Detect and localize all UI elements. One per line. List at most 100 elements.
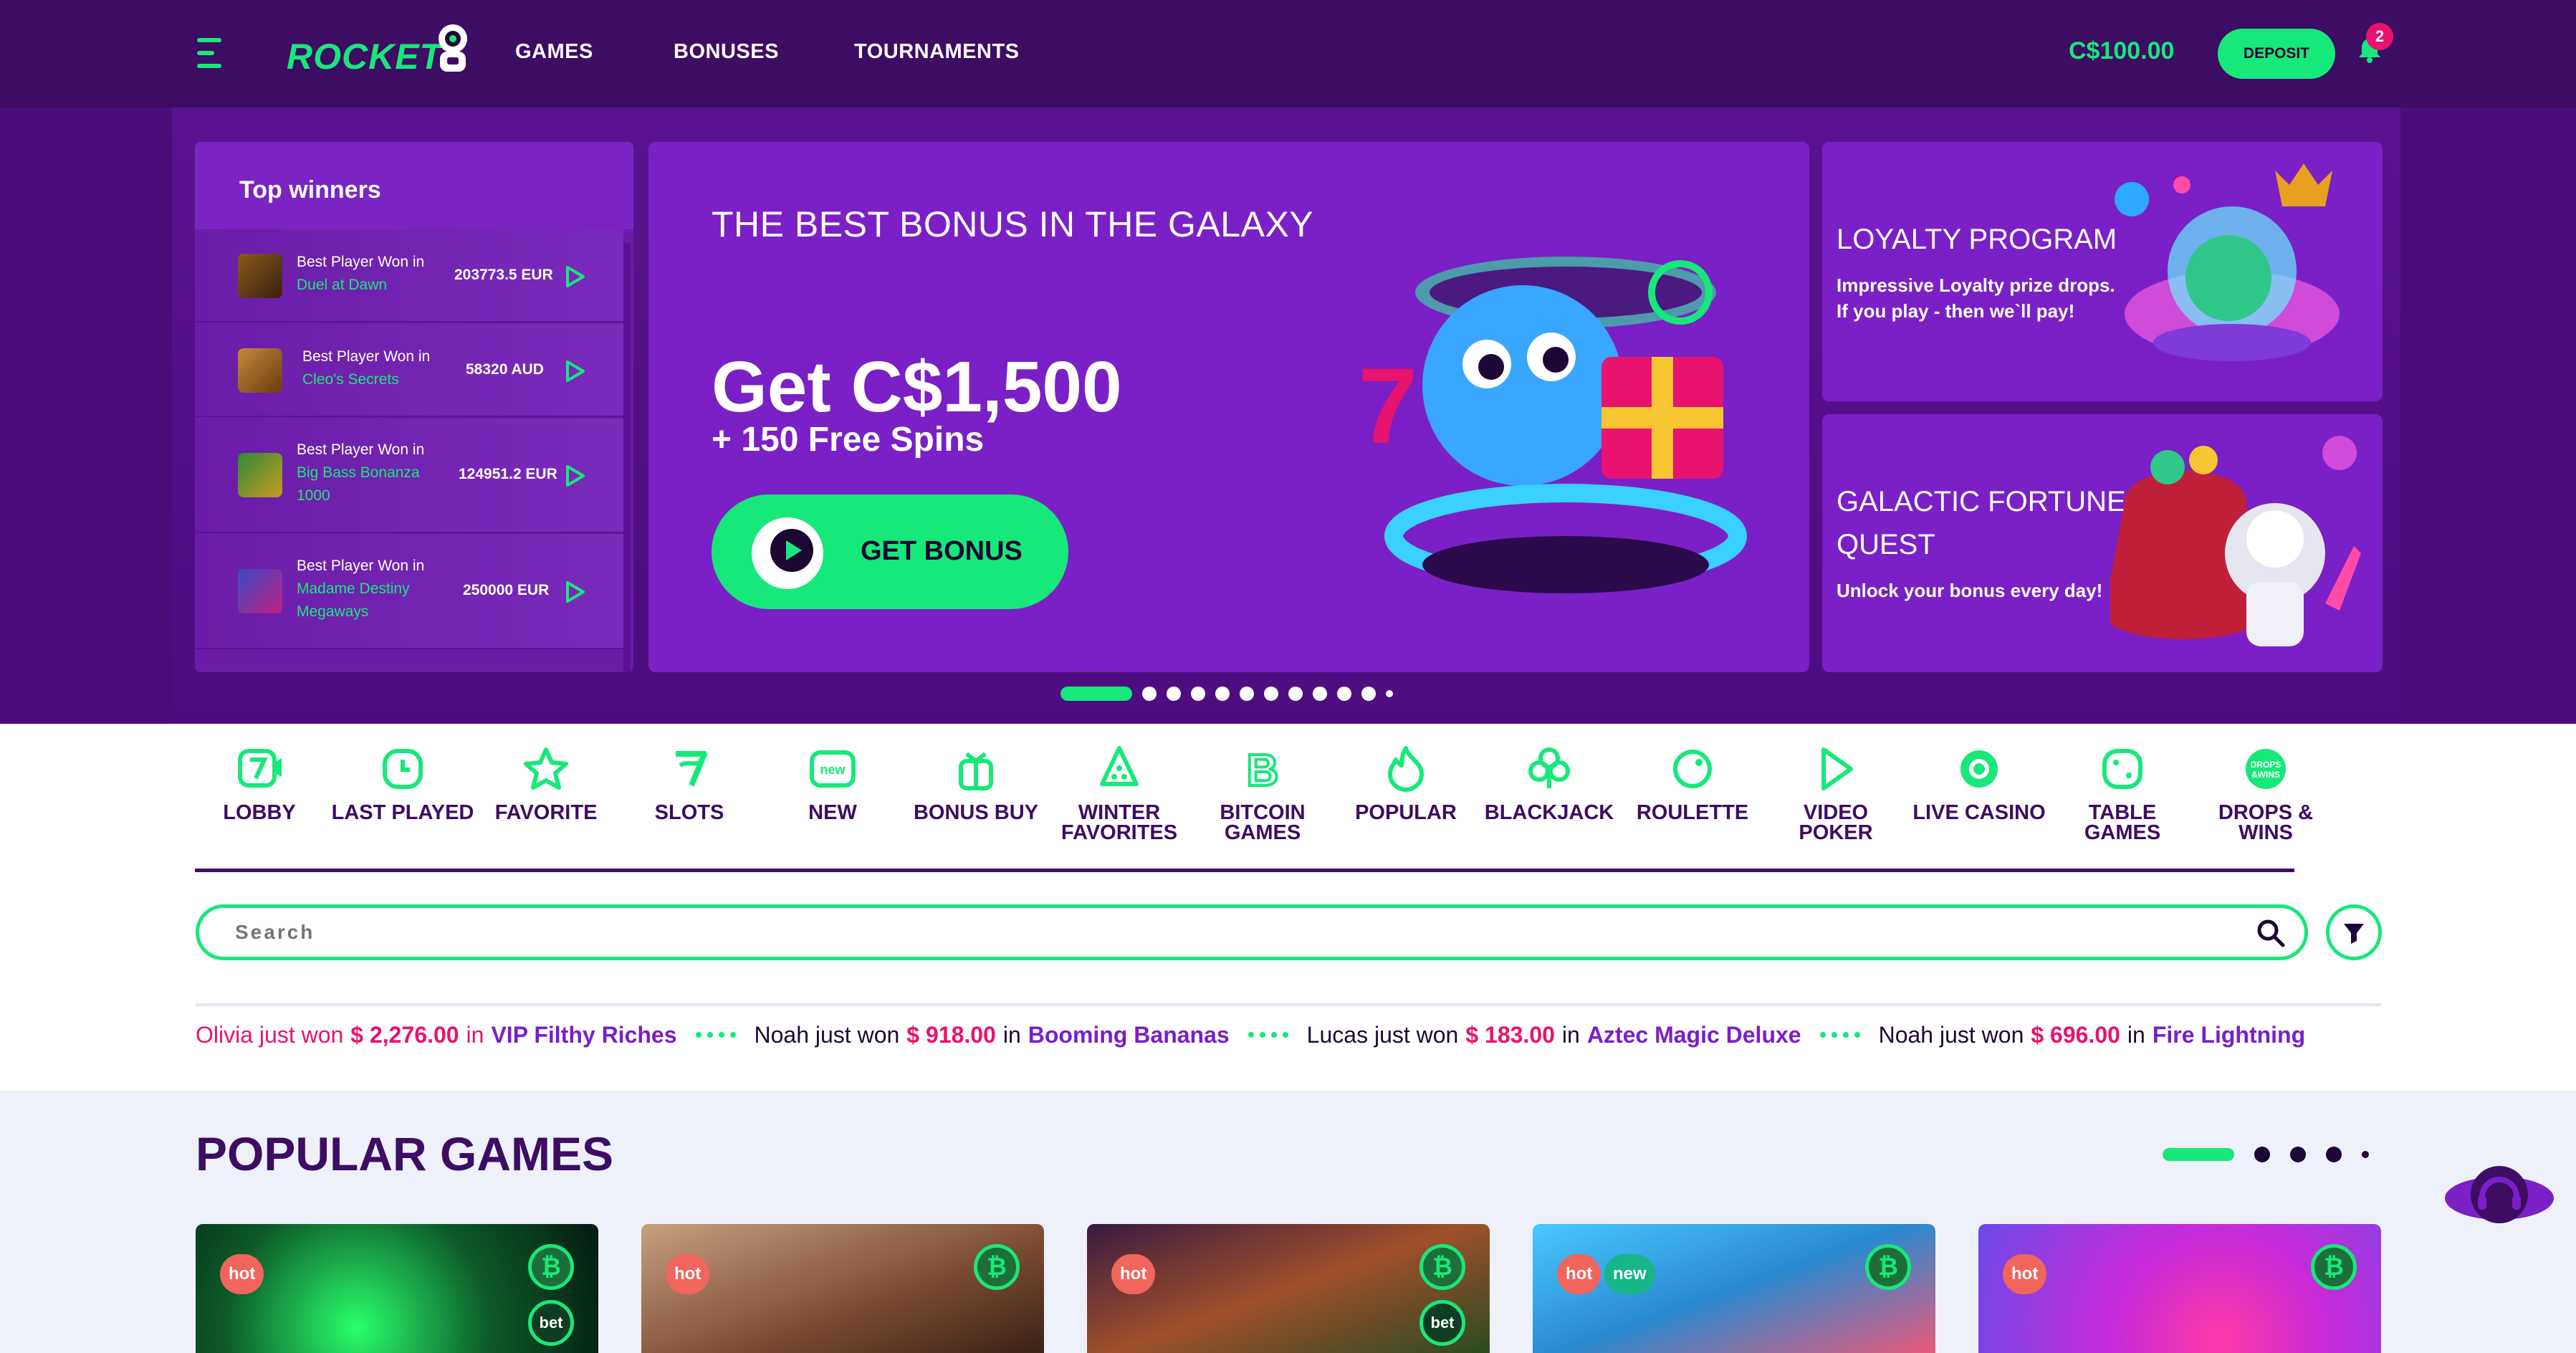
carousel-dot[interactable] — [1167, 687, 1181, 701]
winner-row[interactable]: Best Player Won in Cleo's Secrets 58320 … — [195, 324, 623, 417]
category-scroll-indicator[interactable] — [195, 869, 2294, 872]
search-icon[interactable] — [2256, 918, 2286, 948]
category-blackjack[interactable]: BLACKJACK — [1478, 744, 1621, 823]
star-icon — [524, 747, 568, 790]
category-popular[interactable]: POPULAR — [1334, 744, 1478, 823]
carousel-dot-active[interactable] — [1060, 687, 1132, 701]
hot-badge: hot — [666, 1254, 710, 1294]
category-last-played[interactable]: LAST PLAYED — [331, 744, 474, 823]
category-new[interactable]: new NEW — [761, 744, 904, 823]
page-dot[interactable] — [2362, 1151, 2369, 1158]
deposit-button[interactable]: DEPOSIT — [2218, 29, 2335, 79]
popular-pagination — [2163, 1147, 2369, 1162]
category-lobby[interactable]: LOBBY — [195, 744, 331, 823]
winner-game[interactable]: Big Bass Bonanza 1000 — [297, 462, 447, 507]
search-input[interactable] — [235, 918, 2170, 947]
carousel-dot[interactable] — [1337, 687, 1351, 701]
game-card[interactable]: hot ₿ bet — [196, 1224, 598, 1353]
notification-badge: 2 — [2366, 23, 2393, 50]
ticker-item: Noah just won $ 696.00 in Fire Lightning — [1878, 1021, 2306, 1048]
carousel-dot[interactable] — [1215, 687, 1230, 701]
winner-prefix: Best Player Won in — [297, 441, 425, 458]
page-dot[interactable] — [2326, 1147, 2342, 1162]
ticker-separator — [1248, 1032, 1288, 1038]
page-dot[interactable] — [2254, 1147, 2270, 1162]
game-card[interactable]: hot ₿ bet — [1087, 1224, 1490, 1353]
winner-row[interactable]: Best Player Won in Big Bass Bonanza 1000… — [195, 419, 623, 533]
nav-games[interactable]: GAMES — [515, 40, 593, 64]
ticker-game-link[interactable]: Aztec Magic Deluxe — [1587, 1022, 1801, 1048]
ticker-game-link[interactable]: VIP Filthy Riches — [491, 1022, 676, 1048]
logo-text: ROCKET — [287, 37, 443, 77]
carousel-dot[interactable] — [1142, 687, 1157, 701]
main-bonus-banner[interactable]: THE BEST BONUS IN THE GALAXY Get C$1,500… — [648, 142, 1809, 672]
club-icon — [1528, 747, 1570, 788]
category-bonus-buy[interactable]: BONUS BUY — [904, 744, 1048, 823]
winners-scrollbar[interactable] — [623, 242, 631, 672]
svg-text:DROPS: DROPS — [2251, 760, 2281, 770]
game-card[interactable]: hot ₿ — [641, 1224, 1044, 1353]
game-card[interactable]: hot ₿ — [1978, 1224, 2381, 1353]
play-icon[interactable] — [562, 579, 588, 605]
galactic-title: GALACTIC FORTUNE QUEST — [1837, 486, 2126, 560]
carousel-dot[interactable] — [1361, 687, 1376, 701]
galactic-fortune-card[interactable]: GALACTIC FORTUNE QUEST Unlock your bonus… — [1822, 414, 2383, 672]
category-bitcoin-games[interactable]: B BITCOIN GAMES — [1191, 744, 1334, 843]
carousel-dot[interactable] — [1386, 690, 1393, 697]
slot-seven-icon — [676, 751, 707, 787]
balance-amount[interactable]: C$100.00 — [2069, 37, 2174, 65]
tree-icon — [1100, 746, 1139, 786]
filter-button[interactable] — [2326, 904, 2382, 960]
winner-row[interactable]: Best Player Won in Madame Destiny Megawa… — [195, 535, 623, 649]
carousel-dot[interactable] — [1240, 687, 1254, 701]
hot-badge: hot — [2003, 1254, 2047, 1294]
game-thumbnail — [238, 569, 282, 613]
get-bonus-button[interactable]: GET BONUS — [712, 494, 1068, 609]
play-icon[interactable] — [562, 463, 588, 489]
winner-amount: 124951.2 EUR — [459, 466, 557, 482]
nav-bonuses[interactable]: BONUSES — [674, 40, 779, 64]
game-card[interactable]: hot new ₿ — [1533, 1224, 1935, 1353]
category-roulette[interactable]: ROULETTE — [1621, 744, 1764, 823]
support-chat-icon[interactable] — [2442, 1155, 2557, 1234]
drops-wins-icon: DROPS&WINS — [2246, 749, 2286, 789]
play-icon[interactable] — [562, 358, 588, 384]
play-icon — [1821, 747, 1853, 790]
loyalty-program-card[interactable]: LOYALTY PROGRAM Impressive Loyalty prize… — [1822, 142, 2383, 401]
carousel-dot[interactable] — [1288, 687, 1303, 701]
winner-row[interactable]: Best Player Won in Duel at Dawn 203773.5… — [195, 229, 623, 322]
alien-gift-illustration: 7 — [1358, 257, 1747, 593]
winner-game[interactable]: Duel at Dawn — [297, 274, 424, 297]
bonus-headline: Get C$1,500 — [712, 347, 1122, 427]
page-dot-active[interactable] — [2163, 1148, 2234, 1161]
category-favorite[interactable]: FAVORITE — [474, 744, 618, 823]
loyalty-title: LOYALTY PROGRAM — [1837, 224, 2117, 255]
category-video-poker[interactable]: VIDEO POKER — [1764, 744, 1907, 843]
rocket-logo[interactable]: ROCKET — [287, 23, 473, 80]
bitcoin-badge-icon: ₿ — [1865, 1244, 1911, 1290]
carousel-dot[interactable] — [1191, 687, 1205, 701]
category-drops-wins[interactable]: DROPS &WINS DROPS & WINS — [2194, 744, 2337, 843]
category-slots[interactable]: SLOTS — [618, 744, 761, 823]
new-badge-icon: new — [810, 750, 856, 788]
svg-text:7: 7 — [1358, 345, 1417, 466]
ticker-divider — [196, 1003, 2381, 1006]
top-winners-title: Top winners — [195, 142, 633, 229]
category-winter-favorites[interactable]: WINTER FAVORITES — [1048, 744, 1191, 843]
winner-game[interactable]: Cleo's Secrets — [302, 368, 430, 391]
ticker-game-link[interactable]: Booming Bananas — [1028, 1022, 1230, 1048]
carousel-dot[interactable] — [1313, 687, 1327, 701]
menu-icon[interactable] — [197, 38, 221, 68]
carousel-dot[interactable] — [1264, 687, 1278, 701]
winner-game[interactable]: Madame Destiny Megaways — [297, 578, 440, 623]
game-thumbnail — [238, 453, 282, 497]
page-dot[interactable] — [2290, 1147, 2306, 1162]
category-table-games[interactable]: TABLE GAMES — [2051, 744, 2194, 843]
hot-badge: hot — [220, 1254, 264, 1294]
ticker-game-link[interactable]: Fire Lightning — [2153, 1022, 2305, 1048]
play-icon[interactable] — [562, 264, 588, 290]
category-live-casino[interactable]: LIVE CASINO — [1907, 744, 2051, 823]
nav-tournaments[interactable]: TOURNAMENTS — [854, 40, 1020, 64]
category-jackpot[interactable]: JA — [2337, 744, 2380, 823]
bonus-subline: + 150 Free Spins — [712, 421, 985, 459]
